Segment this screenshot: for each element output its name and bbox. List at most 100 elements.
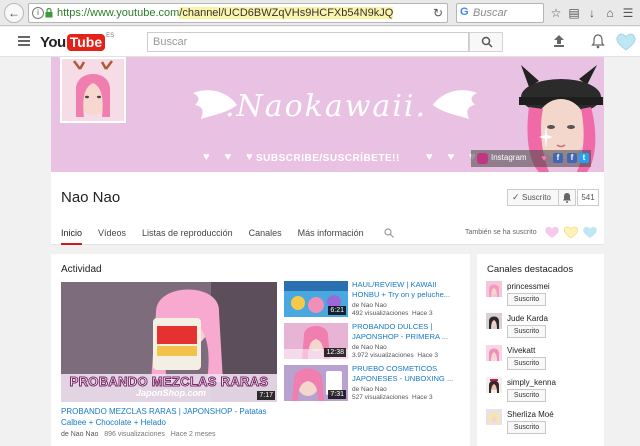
side-video-views: 3.972 visualizaciones [352, 352, 414, 359]
facebook-icon[interactable]: f [553, 153, 563, 163]
search-button[interactable] [469, 32, 503, 52]
side-video-age: Hace 3 [412, 394, 433, 401]
upload-icon[interactable] [552, 34, 566, 48]
instagram-label[interactable]: Instagram [491, 153, 527, 162]
download-icon[interactable]: ↓ [584, 5, 600, 21]
heart-link-icon[interactable]: ♥ [539, 153, 549, 163]
featured-channel-item: princessmei Suscrito [486, 281, 601, 309]
address-bar[interactable]: i https://www.youtube.com/channel/UCD6BW… [28, 3, 448, 23]
channel-avatar[interactable] [60, 57, 126, 123]
channel-avatar-image [62, 59, 124, 121]
side-video-author[interactable]: de Nao Nao [352, 302, 387, 309]
subscriber-count: 541 [577, 189, 599, 206]
browser-search-input[interactable]: G Buscar [456, 3, 544, 23]
home-icon[interactable]: ⌂ [602, 5, 618, 21]
main-video-author[interactable]: de Nao Nao [61, 431, 98, 438]
guide-menu-icon[interactable] [18, 36, 30, 46]
side-video-meta: 527 visualizaciones Hace 3 [352, 394, 433, 401]
featured-channel-name[interactable]: princessmei [507, 282, 550, 291]
featured-channel-item: Jude Karda Suscrito [486, 313, 601, 341]
side-video-meta: 3.972 visualizaciones Hace 3 [352, 352, 438, 359]
search-icon [481, 36, 493, 48]
featured-subscribe-button[interactable]: Suscrito [507, 293, 546, 306]
featured-subscribe-button[interactable]: Suscrito [507, 421, 546, 434]
side-video[interactable]: 6:21 HAUL/REVIEW | KAWAII HONBU + Try on… [284, 280, 464, 319]
subscribe-button[interactable]: ✓ Suscrito [507, 189, 559, 206]
tab-inicio[interactable]: Inicio [61, 223, 83, 245]
featured-channel-avatar[interactable] [486, 409, 502, 425]
social-links-bar: Instagram ♥ f f t [471, 150, 591, 167]
lock-icon [45, 8, 53, 18]
instagram-icon[interactable] [477, 153, 488, 164]
star-icon[interactable]: ☆ [548, 5, 564, 21]
side-video-author[interactable]: de Nao Nao [352, 344, 387, 351]
sparkle-graphic [539, 125, 553, 149]
account-avatar[interactable] [614, 30, 638, 52]
logo-you-text: You [40, 33, 66, 51]
featured-channel-avatar[interactable] [486, 313, 502, 329]
side-video[interactable]: 12:38 PROBANDO DULCES | JAPONSHOP - PRIM… [284, 322, 464, 361]
side-video-thumbnail[interactable]: 7:31 [284, 365, 348, 401]
side-video-thumbnail[interactable]: 12:38 [284, 323, 348, 359]
channel-search-icon[interactable] [384, 228, 394, 238]
video-duration: 12:38 [324, 348, 346, 357]
channel-header: Nao Nao ✓ Suscrito 541 Inicio Vídeos Lis… [51, 172, 604, 245]
search-input[interactable]: Buscar [147, 32, 469, 52]
video-duration: 7:17 [257, 391, 275, 400]
side-video[interactable]: 7:31 PRUEBO COSMETICOS JAPONESES - UNBOX… [284, 364, 464, 403]
banner-subscribe-text: SUBSCRIBE/SUSCRÍBETE!! [256, 153, 400, 164]
activity-title: Actividad [61, 264, 102, 275]
bookmarks-icon[interactable]: ▤ [566, 5, 582, 21]
notification-settings-button[interactable] [558, 189, 576, 206]
featured-channels: Canales destacados princessmei Suscrito … [477, 254, 604, 446]
side-video-title[interactable]: PROBANDO DULCES | JAPONSHOP - PRIMERA ..… [352, 322, 464, 342]
featured-channel-name[interactable]: Jude Karda [507, 314, 548, 323]
featured-channel-name[interactable]: Vivekatt [507, 346, 535, 355]
google-icon: G [460, 6, 469, 18]
main-video-caption: PROBANDO MEZCLAS RARAS [69, 374, 269, 390]
channel-tabs: Inicio Vídeos Listas de reproducción Can… [61, 223, 394, 245]
featured-channel-avatar[interactable] [486, 345, 502, 361]
side-video-age: Hace 3 [417, 352, 439, 359]
side-video-age: Hace 3 [412, 310, 433, 317]
side-video-thumbnail[interactable]: 6:21 [284, 281, 348, 317]
url-text: https://www.youtube.com/channel/UCD6BWZq… [57, 7, 394, 19]
bell-icon[interactable] [591, 34, 605, 49]
channel-name: Nao Nao [61, 189, 121, 206]
twitter-icon[interactable]: t [579, 153, 589, 163]
tab-videos[interactable]: Vídeos [98, 223, 126, 245]
info-icon[interactable]: i [32, 7, 44, 19]
activity-section: Actividad PROBANDO MEZCLAS RARAS JaponSh… [51, 254, 470, 446]
tab-about[interactable]: Más información [298, 223, 364, 245]
tab-channels[interactable]: Canales [249, 223, 282, 245]
video-duration: 7:31 [328, 390, 346, 399]
side-video-author[interactable]: de Nao Nao [352, 386, 387, 393]
banner-title: .Naokawaii. [224, 89, 428, 124]
featured-subscribe-button[interactable]: Suscrito [507, 325, 546, 338]
side-video-title[interactable]: PRUEBO COSMETICOS JAPONESES - UNBOXING .… [352, 364, 464, 384]
featured-channel-name[interactable]: Sherliza Moé [507, 410, 554, 419]
main-video-title[interactable]: PROBANDO MEZCLAS RARAS | JAPONSHOP - Pat… [61, 406, 283, 428]
side-video-title[interactable]: HAUL/REVIEW | KAWAII HONBU + Try on y pe… [352, 280, 464, 300]
featured-subscribe-button[interactable]: Suscrito [507, 389, 546, 402]
main-video-site: JaponShop.com [135, 388, 206, 398]
back-icon[interactable]: ← [4, 3, 24, 23]
featured-channel-name[interactable]: simply_kenna [507, 378, 556, 387]
search-placeholder: Buscar [153, 36, 188, 48]
featured-channel-avatar[interactable] [486, 281, 502, 297]
reload-icon[interactable]: ↻ [433, 6, 443, 20]
youtube-logo[interactable]: You Tube ES [40, 33, 114, 51]
check-icon: ✓ [512, 192, 520, 202]
browser-search-placeholder: Buscar [473, 7, 508, 19]
featured-channel-item: simply_kenna Suscrito [486, 377, 601, 405]
tab-playlists[interactable]: Listas de reproducción [142, 223, 233, 245]
featured-subscribe-button[interactable]: Suscrito [507, 357, 546, 370]
facebook-icon-2[interactable]: f [567, 153, 577, 163]
menu-icon[interactable]: ☰ [620, 5, 636, 21]
main-video-age: Hace 2 meses [170, 431, 216, 438]
logo-region: ES [106, 33, 115, 39]
featured-channel-avatar[interactable] [486, 377, 502, 393]
also-subscribed-hearts[interactable] [543, 224, 601, 240]
featured-channels-title: Canales destacados [487, 264, 574, 275]
main-video-thumbnail[interactable]: PROBANDO MEZCLAS RARAS JaponShop.com 7:1… [61, 282, 277, 402]
